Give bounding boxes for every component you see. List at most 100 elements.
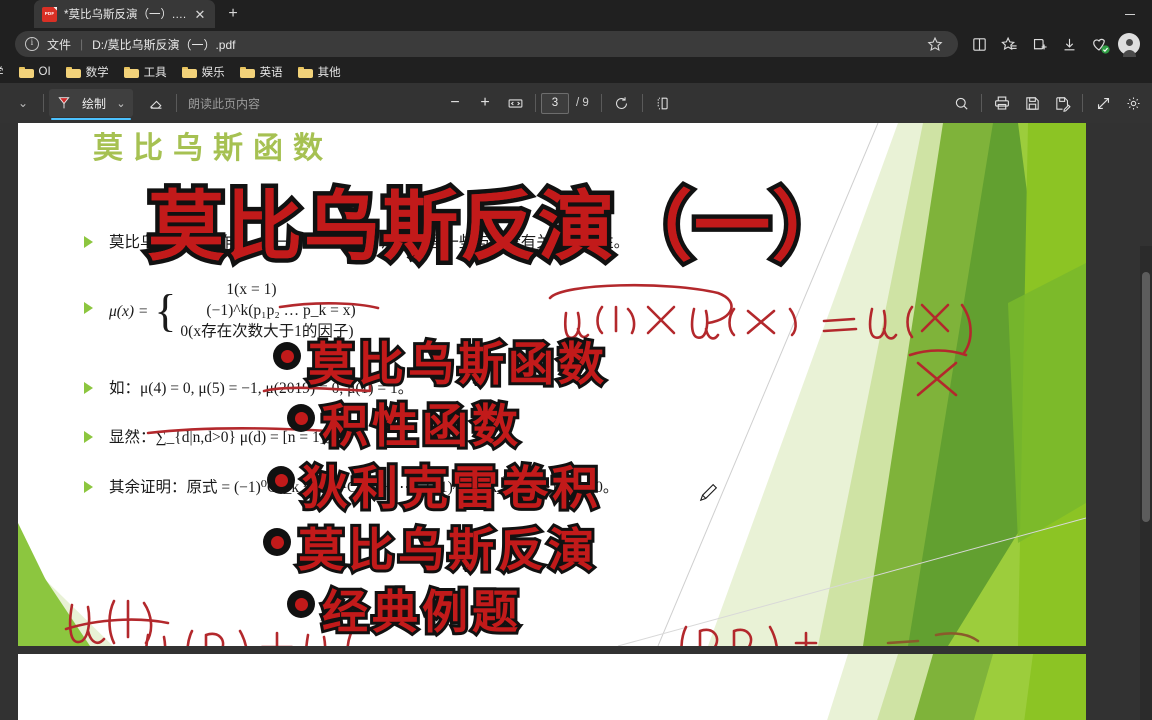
info-icon[interactable]: i <box>25 37 39 51</box>
browser-essentials-icon[interactable] <box>1084 30 1114 58</box>
slide-title: 莫比乌斯函数 <box>93 131 333 166</box>
bookmark-item[interactable]: 数学 <box>59 62 116 81</box>
downloads-icon[interactable] <box>1054 30 1084 58</box>
page-total-label: / 9 <box>576 97 589 109</box>
collections-icon[interactable] <box>1024 30 1054 58</box>
pen-cursor-icon <box>699 483 718 502</box>
bullet-triangle-icon <box>84 480 93 493</box>
bullet-text: μ(x) = <box>109 303 149 320</box>
bullet-triangle-icon <box>84 431 93 444</box>
rotate-icon[interactable] <box>607 89 637 117</box>
bookmark-label: 数学 <box>85 66 109 79</box>
bullet-text: 显然：∑_{d|n,d>0} μ(d) = [n = 1]。 <box>109 429 341 447</box>
bookmark-label: 工具 <box>143 66 167 79</box>
divider <box>176 94 178 112</box>
chevron-down-icon[interactable]: ⌄ <box>111 89 131 117</box>
case-line: (−1)^k(p₁p₂ … p_k = x) <box>206 302 356 320</box>
browser-tab[interactable]: *莫比乌斯反演（一）.pdf ✕ <box>34 0 215 28</box>
next-slide-background <box>18 654 1086 720</box>
window-controls <box>1107 0 1152 28</box>
bookmark-label: OI <box>38 65 51 78</box>
case-brace: { <box>154 285 177 337</box>
bookmark-item[interactable]: 英语 <box>233 62 290 81</box>
page-layout-icon[interactable] <box>648 89 678 117</box>
bookmark-label: 英语 <box>259 66 283 79</box>
fullscreen-icon[interactable] <box>1088 89 1118 117</box>
avatar[interactable] <box>1118 33 1140 57</box>
bullet-text: 如：μ(4) = 0, μ(5) = −1, μ(2019) = 0, μ(1)… <box>109 380 414 398</box>
search-icon[interactable] <box>946 89 976 117</box>
pdf-page: 莫比乌斯函数 莫比乌斯函数记作 μ，是一个 mu 函数，用于处理一些与数论有关的… <box>18 123 1086 646</box>
bookmark-item[interactable]: 工具 <box>117 62 174 81</box>
bullet-text: 莫比乌斯函数记作 μ，是一个 mu 函数，用于处理一些与数论有关的奇偶性。 <box>109 234 630 251</box>
case-line: 1(x = 1) <box>226 281 277 299</box>
browser-window: *莫比乌斯反演（一）.pdf ✕ + i 文件 | D:/莫比乌斯反演（一）.p… <box>0 0 1152 720</box>
folder-icon <box>18 66 34 78</box>
case-line: 0(x存在次数大于1的因子) <box>180 323 354 341</box>
bullet-item: 显然：∑_{d|n,d>0} μ(d) = [n = 1]。 <box>84 426 904 449</box>
save-icon[interactable] <box>1017 89 1047 117</box>
bookmark-item[interactable]: OI <box>12 62 58 81</box>
print-icon[interactable] <box>987 89 1017 117</box>
zoom-cluster: − + 3 / 9 <box>440 89 678 117</box>
fit-page-icon[interactable] <box>500 89 530 117</box>
page-number-input[interactable]: 3 <box>541 92 569 114</box>
omnibox-scheme: 文件 <box>47 37 72 52</box>
bullet-item: 莫比乌斯函数记作 μ，是一个 mu 函数，用于处理一些与数论有关的奇偶性。 <box>84 231 904 254</box>
bullet-item: 其余证明：原式 = (−1)⁰C⁰_k + (−1)¹C¹_k + ⋯ + (−… <box>84 476 904 499</box>
save-as-icon[interactable] <box>1047 89 1077 117</box>
bookmarks-bar: 学 OI 数学 工具 娱乐 英语 其他 <box>0 60 1152 83</box>
chevron-down-icon[interactable]: ⌄ <box>8 89 38 117</box>
bullet-item: μ(x) = { 1(x = 1) (−1)^k(p₁p₂ … p_k = x)… <box>84 280 904 343</box>
folder-icon <box>123 66 139 78</box>
minimize-button[interactable] <box>1107 0 1152 28</box>
folder-icon <box>297 66 313 78</box>
divider <box>981 94 982 112</box>
bullet-triangle-icon <box>84 236 93 248</box>
pdf-icon <box>42 6 57 22</box>
slide-bullets: 莫比乌斯函数记作 μ，是一个 mu 函数，用于处理一些与数论有关的奇偶性。 μ(… <box>84 231 904 525</box>
divider <box>535 94 536 112</box>
folder-icon <box>65 66 81 78</box>
read-aloud-button[interactable]: 朗读此页内容 <box>182 95 260 112</box>
draw-button[interactable]: 绘制 ⌄ <box>49 89 134 120</box>
pdf-toolbar-right <box>946 89 1152 117</box>
omnibox-separator: | <box>80 37 84 51</box>
folder-icon <box>239 66 255 78</box>
bookmark-item[interactable]: 学 <box>0 62 11 81</box>
favorites-icon[interactable] <box>994 30 1024 58</box>
pdf-toolbar: ⌄ 绘制 ⌄ 朗读此页内容 − + 3 / 9 <box>0 83 1152 123</box>
pdf-page-next: 莫比乌斯函数的性质 <box>18 654 1086 720</box>
star-icon[interactable] <box>922 31 948 57</box>
omnibox-url: D:/莫比乌斯反演（一）.pdf <box>92 37 236 52</box>
folder-icon <box>181 66 197 78</box>
address-bar: i 文件 | D:/莫比乌斯反演（一）.pdf <box>0 28 1152 60</box>
divider <box>600 94 602 112</box>
toolbar-icons <box>964 30 1152 58</box>
bookmark-label: 学 <box>0 64 4 80</box>
eraser-icon[interactable] <box>141 89 171 117</box>
divider <box>641 94 643 112</box>
pen-icon <box>51 95 77 111</box>
close-icon[interactable]: ✕ <box>191 5 209 23</box>
bookmark-item[interactable]: 娱乐 <box>175 62 232 81</box>
vertical-scrollbar[interactable] <box>1140 246 1152 720</box>
divider <box>43 94 44 112</box>
bullet-text: 其余证明：原式 = (−1)⁰C⁰_k + (−1)¹C¹_k + ⋯ + (−… <box>109 478 619 496</box>
bullet-item: 如：μ(4) = 0, μ(5) = −1, μ(2019) = 0, μ(1)… <box>84 377 904 400</box>
draw-label: 绘制 <box>82 96 107 111</box>
gear-icon[interactable] <box>1118 89 1148 117</box>
zoom-in-button[interactable]: + <box>470 89 500 117</box>
bullet-triangle-icon <box>84 302 93 315</box>
pdf-viewer[interactable]: 莫比乌斯函数 莫比乌斯函数记作 μ，是一个 mu 函数，用于处理一些与数论有关的… <box>0 123 1152 720</box>
zoom-out-button[interactable]: − <box>440 89 470 117</box>
bookmark-item[interactable]: 其他 <box>291 62 348 81</box>
omnibox[interactable]: i 文件 | D:/莫比乌斯反演（一）.pdf <box>15 31 958 57</box>
bookmark-label: 其他 <box>317 66 341 79</box>
tab-title: *莫比乌斯反演（一）.pdf <box>64 9 191 21</box>
tab-strip: *莫比乌斯反演（一）.pdf ✕ + <box>0 0 1152 28</box>
scrollbar-thumb[interactable] <box>1142 272 1150 522</box>
case-list: 1(x = 1) (−1)^k(p₁p₂ … p_k = x) 0(x存在次数大… <box>180 280 355 343</box>
split-screen-icon[interactable] <box>964 30 994 58</box>
new-tab-button[interactable]: + <box>221 2 245 26</box>
